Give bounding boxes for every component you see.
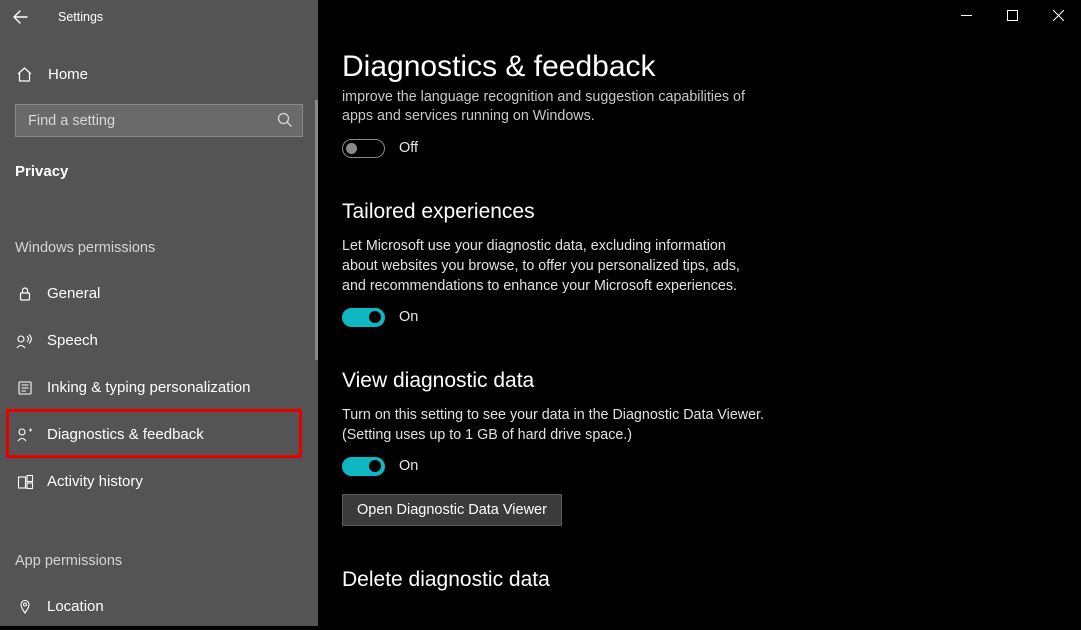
lock-icon bbox=[15, 286, 35, 302]
location-icon bbox=[15, 599, 35, 615]
back-arrow-icon bbox=[12, 9, 28, 25]
settings-sidebar: Settings Home Privacy Windows permission… bbox=[0, 0, 318, 626]
inking-icon bbox=[15, 380, 35, 396]
close-icon bbox=[1053, 10, 1064, 21]
back-button[interactable] bbox=[0, 0, 40, 34]
heading-view-diagnostic-data: View diagnostic data bbox=[342, 369, 764, 393]
titlebar-left: Settings bbox=[0, 0, 318, 34]
section-windows-permissions: Windows permissions bbox=[0, 180, 318, 256]
sidebar-item-label: Speech bbox=[47, 332, 98, 349]
nav-windows-permissions: General Speech Inking & typing personali… bbox=[0, 270, 318, 505]
heading-tailored-experiences: Tailored experiences bbox=[342, 200, 764, 224]
truncated-description: improve the language recognition and sug… bbox=[342, 88, 764, 127]
toggle-switch-on[interactable] bbox=[342, 308, 385, 327]
search-icon[interactable] bbox=[277, 112, 293, 128]
toggle-state-label: On bbox=[399, 309, 418, 325]
heading-delete-diagnostic-data: Delete diagnostic data bbox=[342, 568, 764, 592]
sidebar-item-location[interactable]: Location bbox=[0, 583, 318, 630]
sidebar-item-label: Inking & typing personalization bbox=[47, 379, 250, 396]
open-diagnostic-viewer-button[interactable]: Open Diagnostic Data Viewer bbox=[342, 494, 562, 526]
window-controls bbox=[943, 0, 1081, 30]
window-title: Settings bbox=[40, 10, 103, 24]
main-panel: Diagnostics & feedback improve the langu… bbox=[318, 0, 1081, 626]
sidebar-item-activity[interactable]: Activity history bbox=[0, 458, 318, 505]
sidebar-item-label: Activity history bbox=[47, 473, 143, 490]
speech-icon bbox=[15, 333, 35, 349]
sidebar-item-general[interactable]: General bbox=[0, 270, 318, 317]
close-button[interactable] bbox=[1035, 0, 1081, 30]
section-app-permissions: App permissions bbox=[0, 505, 318, 569]
activity-icon bbox=[15, 474, 35, 490]
sidebar-item-label: Diagnostics & feedback bbox=[47, 426, 204, 443]
maximize-button[interactable] bbox=[989, 0, 1035, 30]
minimize-icon bbox=[961, 10, 972, 21]
sidebar-item-speech[interactable]: Speech bbox=[0, 317, 318, 364]
sidebar-home[interactable]: Home bbox=[0, 52, 318, 96]
home-icon bbox=[16, 66, 34, 83]
toggle-view-diagnostic-data: On bbox=[342, 457, 764, 476]
minimize-button[interactable] bbox=[943, 0, 989, 30]
toggle-state-label: Off bbox=[399, 140, 418, 156]
desc-tailored-experiences: Let Microsoft use your diagnostic data, … bbox=[342, 236, 764, 296]
maximize-icon bbox=[1007, 10, 1018, 21]
toggle-state-label: On bbox=[399, 458, 418, 474]
search-input[interactable] bbox=[15, 104, 303, 137]
search-container bbox=[15, 104, 303, 137]
sidebar-home-label: Home bbox=[48, 66, 88, 83]
content-area: improve the language recognition and sug… bbox=[318, 88, 788, 592]
sidebar-item-label: General bbox=[47, 285, 100, 302]
toggle-switch-off[interactable] bbox=[342, 139, 385, 158]
toggle-switch-on[interactable] bbox=[342, 457, 385, 476]
feedback-icon bbox=[15, 427, 35, 443]
toggle-tailored-experiences: On bbox=[342, 308, 764, 327]
sidebar-item-label: Location bbox=[47, 598, 104, 615]
sidebar-category-privacy: Privacy bbox=[0, 137, 318, 180]
sidebar-item-diagnostics[interactable]: Diagnostics & feedback bbox=[0, 411, 318, 458]
desc-view-diagnostic-data: Turn on this setting to see your data in… bbox=[342, 405, 764, 445]
sidebar-item-inking[interactable]: Inking & typing personalization bbox=[0, 364, 318, 411]
toggle-inking-typing: Off bbox=[342, 139, 764, 158]
nav-app-permissions: Location bbox=[0, 583, 318, 630]
